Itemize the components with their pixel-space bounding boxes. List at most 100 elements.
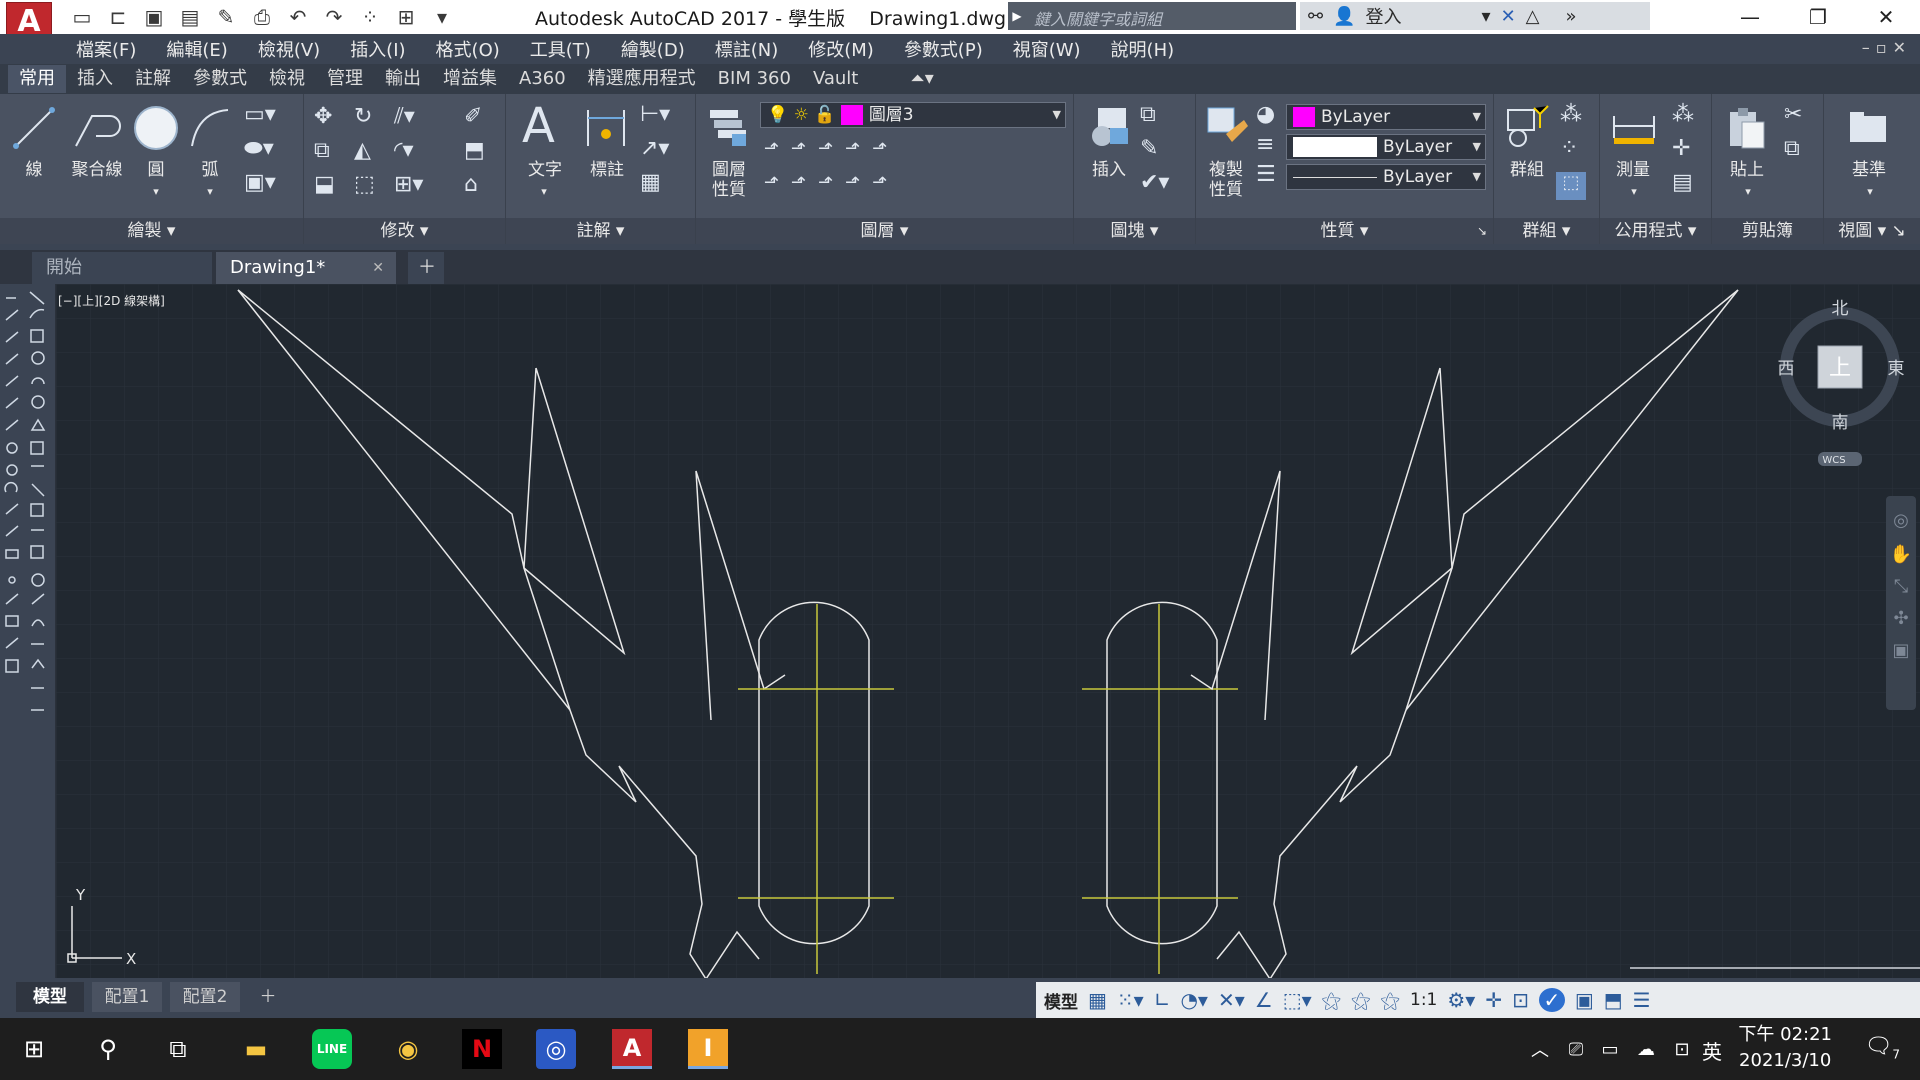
clipboard-panel-label[interactable]: 剪貼簿 [1712,218,1823,244]
arc-dropdown-icon[interactable]: ▾ [200,182,220,202]
viewcube-top-face[interactable]: 上 [1829,356,1851,381]
mirror-icon[interactable]: ◭ [354,138,371,163]
tab-home[interactable]: 常用 [8,65,66,93]
share-icon[interactable]: ⁘ [356,4,384,30]
windows-start-icon[interactable]: ⊞ [14,1029,54,1069]
circle-button[interactable]: 圓 [136,160,176,180]
circle-dropdown-icon[interactable]: ▾ [146,182,166,202]
isodraft-icon[interactable]: ✕▾ [1218,988,1245,1012]
menu-draw[interactable]: 繪製(D) [621,36,685,62]
model-space-button[interactable]: 模型 [1044,988,1078,1013]
base-button[interactable]: 基準 [1844,160,1894,180]
workspace-icon[interactable]: ⊞ [392,4,420,30]
zoom-extents-icon[interactable]: ⤡ [1894,576,1908,597]
hatch-icon[interactable]: ⬬▾ [244,136,274,161]
color-dropdown[interactable]: ByLayer ▼ [1286,104,1486,130]
save-icon[interactable]: ▣ [140,4,168,30]
rotate-icon[interactable]: ↻ [354,104,372,129]
pan-icon[interactable]: ✋ [1890,543,1912,565]
viewcube-east[interactable]: 東 [1888,359,1905,379]
move-icon[interactable]: ✥ [314,104,332,129]
drawing-window-controls[interactable]: –▫✕ [1862,38,1912,57]
array-icon[interactable]: ⊞▾ [394,172,423,197]
scale-dropdown[interactable]: 1:1 [1410,990,1437,1010]
tab-manage[interactable]: 管理 [316,65,374,93]
isolate-objects-icon[interactable]: ✓ [1538,988,1565,1012]
group-select-icon[interactable]: ⬚ [1556,172,1586,200]
tab-insert[interactable]: 插入 [66,65,124,93]
paste-button[interactable]: 貼上 [1722,160,1772,180]
workspace-gear-icon[interactable]: ⚙▾ [1447,988,1475,1012]
plot-icon[interactable]: ⎙ [248,4,276,30]
new-file-icon[interactable]: ▭ [68,4,96,30]
menu-tools[interactable]: 工具(T) [530,36,591,62]
hardware-acceleration-icon[interactable]: ▣ [1575,988,1594,1012]
tab-layout1[interactable]: 配置1 [92,982,162,1012]
exchange-icon[interactable]: ✕ [1501,6,1516,27]
scale-icon[interactable]: ⬚ [354,172,375,197]
new-tab-button[interactable]: ＋ [408,252,444,284]
search-expand-icon[interactable]: ▶ [1008,2,1026,30]
chevron-down-icon[interactable]: ▾ [1482,6,1491,27]
showmotion-icon[interactable]: ▣ [1892,640,1909,661]
grid-icon[interactable]: ▦ [1088,988,1107,1012]
stretch-icon[interactable]: ⬓ [314,172,335,197]
layers-panel-label[interactable]: 圖層 ▾ [696,218,1073,244]
line-button[interactable]: 線 [14,160,54,180]
layer-properties-button[interactable]: 圖層 性質 [704,160,754,200]
notification-center-icon[interactable]: 🗨7 [1864,1034,1900,1061]
save-as-icon[interactable]: ▤ [176,4,204,30]
paste-dropdown-icon[interactable]: ▾ [1738,182,1758,202]
fillet-icon[interactable]: ◜▾ [394,138,414,163]
rectangle-icon[interactable]: ▭▾ [244,102,276,127]
drawing-canvas[interactable]: Y X 上 北 南 東 西 WCS ◎ ✋ ⤡ ✣ ▣ [56,284,1920,978]
draw-panel-label[interactable]: 繪製 ▾ [0,218,303,244]
viewcube-west[interactable]: 西 [1778,359,1795,379]
viewcube-south[interactable]: 南 [1832,413,1849,433]
table-icon[interactable]: ▦ [640,170,661,195]
network-icon[interactable]: ⊡ [1662,1029,1702,1069]
menu-view[interactable]: 檢視(V) [258,36,320,62]
chevron-up-icon[interactable]: ︿ [1520,1029,1560,1069]
object-snap-tracking-icon[interactable]: ∠ [1255,988,1273,1012]
tab-parametric[interactable]: 參數式 [182,65,258,93]
units-icon[interactable]: ⊡ [1512,988,1529,1012]
menu-edit[interactable]: 編輯(E) [166,36,227,62]
menu-help[interactable]: 說明(H) [1111,36,1175,62]
netflix-icon[interactable]: N [462,1029,502,1069]
layer-tools-row2-icon[interactable]: ⬏⬏⬏⬏⬏ [764,172,899,193]
draw-modify-toolbar-icons[interactable] [0,284,56,784]
orbit-icon[interactable]: ✣ [1893,608,1908,629]
search-input[interactable]: 鍵入關鍵字或詞組 [1026,2,1296,30]
photo-app-icon[interactable]: ◎ [536,1029,576,1069]
open-file-icon[interactable]: ⊏ [104,4,132,30]
ungroup-icon[interactable]: ⁂ [1560,102,1582,127]
edit-block-icon[interactable]: ✎ [1140,136,1158,161]
insert-button[interactable]: 插入 [1084,160,1134,180]
dialog-launcher-icon[interactable]: ↘ [1477,218,1487,244]
menu-modify[interactable]: 修改(M) [808,36,874,62]
tab-annotate[interactable]: 註解 [124,65,182,93]
leader-icon[interactable]: ↗▾ [640,136,669,161]
object-snap-icon[interactable]: ⬚▾ [1283,988,1312,1012]
file-explorer-icon[interactable]: ▬ [236,1029,276,1069]
autodesk-360-icon[interactable]: △ [1526,6,1540,27]
text-button[interactable]: 文字 [520,160,570,180]
tab-output[interactable]: 輸出 [374,65,432,93]
tab-addins[interactable]: 增益集 [432,65,508,93]
offset-icon[interactable]: ⌂ [464,172,478,197]
minimize-button[interactable]: — [1716,0,1784,34]
restore-button[interactable]: ❐ [1784,0,1852,34]
quick-select-icon[interactable]: ⁂ [1672,102,1694,127]
input-method-indicator[interactable]: 英 [1702,1036,1722,1065]
clean-screen-icon[interactable]: ⬒ [1604,988,1623,1012]
steering-wheel-icon[interactable]: ◎ [1893,510,1909,531]
tab-model[interactable]: 模型 [16,982,84,1012]
qat-dropdown-icon[interactable]: ▾ [428,4,456,30]
view-panel-label[interactable]: 視圖 ▾ ↘ [1824,218,1920,244]
cut-icon[interactable]: ✂ [1784,102,1802,127]
copy-clip-icon[interactable]: ⧉ [1784,136,1800,161]
tab-layout2[interactable]: 配置2 [170,982,240,1012]
annotation-panel-label[interactable]: 註解 ▾ [506,218,695,244]
dimension-button[interactable]: 標註 [582,160,632,180]
